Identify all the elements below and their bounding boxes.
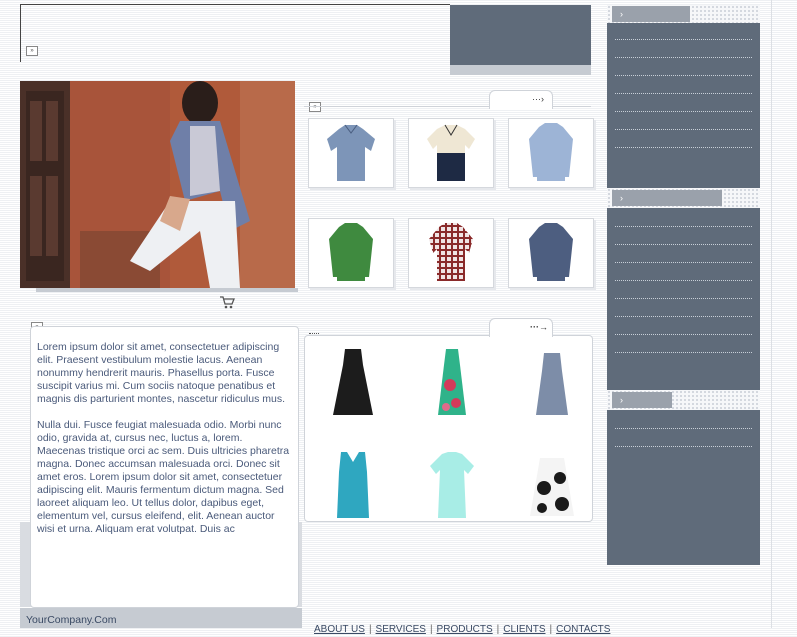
footer-link-contacts[interactable]: CONTACTS xyxy=(556,624,610,635)
footer-separator: | xyxy=(496,624,500,635)
product-thumb-green-shirt[interactable] xyxy=(308,218,394,288)
footer-company-bar: YourCompany.Com xyxy=(20,608,302,628)
hero-image-shadow xyxy=(36,288,298,292)
product-aqua-polo[interactable] xyxy=(422,448,482,523)
footer-separator: | xyxy=(368,624,372,635)
corner-mark-icon: » xyxy=(26,46,38,56)
arrow-icon: › xyxy=(620,193,623,203)
product-thumb-plaid-shirt[interactable] xyxy=(408,218,494,288)
dresses-tab[interactable]: ···→ xyxy=(489,318,553,337)
shirts-tab[interactable]: ···› xyxy=(489,90,553,109)
product-teal-tank[interactable] xyxy=(323,448,383,523)
footer-link-services[interactable]: SERVICES xyxy=(376,624,426,635)
sidebar-tab-2[interactable]: › xyxy=(612,190,722,206)
paragraph-1: Lorem ipsum dolor sit amet, consectetuer… xyxy=(37,341,286,405)
product-black-dress[interactable] xyxy=(323,345,383,420)
paragraph-2: Nulla dui. Fusce feugiat malesuada odio.… xyxy=(37,419,290,535)
right-edge-line xyxy=(771,0,772,628)
top-border-line xyxy=(20,4,450,5)
arrow-icon: › xyxy=(620,9,623,19)
product-thumb-denim-shirt[interactable] xyxy=(508,218,594,288)
dotted-arrow-icon: ···→ xyxy=(530,322,548,332)
sidebar-tab-1[interactable]: › xyxy=(612,6,690,22)
header-block xyxy=(450,5,591,65)
product-thumb-light-blue-shirt[interactable] xyxy=(508,118,594,188)
header-block-base xyxy=(450,65,591,75)
product-thumb-blue-shirt[interactable] xyxy=(308,118,394,188)
hero-image xyxy=(20,81,295,288)
left-frame-line xyxy=(20,4,21,62)
product-gray-slip-dress[interactable] xyxy=(522,345,582,420)
footer-link-products[interactable]: PRODUCTS xyxy=(437,624,493,635)
sidebar-menu-2 xyxy=(607,208,760,390)
shopping-cart-icon[interactable] xyxy=(219,295,235,309)
footer-separator: | xyxy=(549,624,553,635)
footer-link-clients[interactable]: CLIENTS xyxy=(503,624,545,635)
sidebar-tab-3[interactable]: › xyxy=(612,392,672,408)
section-mark-icon: » xyxy=(309,102,321,112)
sidebar-menu-3 xyxy=(607,410,760,565)
product-floral-dress[interactable] xyxy=(422,345,482,420)
sidebar-menu-1 xyxy=(607,23,760,188)
text-panel: Lorem ipsum dolor sit amet, consectetuer… xyxy=(30,326,299,608)
footer-link-about[interactable]: ABOUT US xyxy=(314,624,365,635)
arrow-icon: › xyxy=(620,395,623,405)
product-thumb-navy-polo[interactable] xyxy=(408,118,494,188)
product-floral-skirt[interactable] xyxy=(522,448,582,523)
dotted-arrow-icon: ···› xyxy=(532,94,544,104)
footer-company-name: YourCompany.Com xyxy=(26,614,117,626)
footer-separator: | xyxy=(429,624,433,635)
footer-nav: ABOUT US | SERVICES | PRODUCTS | CLIENTS | CONTA… xyxy=(314,619,610,637)
